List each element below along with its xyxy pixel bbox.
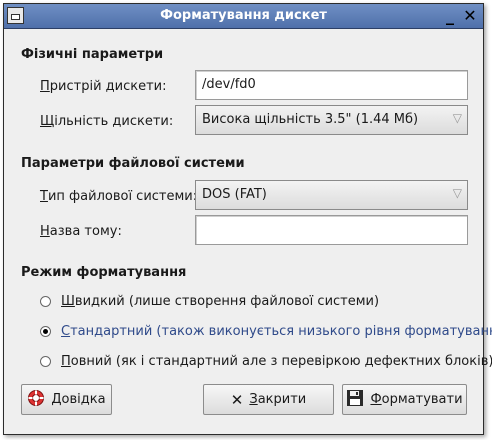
device-label: Пристрій дискети: [40, 79, 167, 94]
close-x-icon: ✕ [230, 390, 244, 409]
mode-full-label: Повний (як і стандартний але з перевірко… [61, 354, 492, 369]
volume-name-input[interactable] [195, 215, 468, 245]
format-button[interactable]: Форматувати [342, 384, 467, 415]
format-button-label: Форматувати [370, 392, 463, 407]
volume-label: Назва тому: [40, 224, 122, 239]
minimize-icon[interactable]: _ [441, 6, 459, 25]
physical-section-title: Фізичні параметри [21, 47, 164, 62]
close-button-label: Закрити [249, 392, 307, 407]
floppy-disk-icon [346, 389, 364, 411]
help-button[interactable]: Довідка [21, 384, 112, 415]
fs-type-select[interactable]: DOS (FAT) ▽ [195, 180, 468, 210]
fs-type-label: Тип файлової системи: [40, 189, 198, 204]
fs-type-select-value: DOS (FAT) [202, 187, 267, 202]
dropdown-arrow-icon: ▽ [452, 186, 462, 200]
radio-indicator-checked[interactable] [40, 326, 51, 337]
mode-section-title: Режим форматування [21, 265, 187, 280]
device-input[interactable]: /dev/fd0 [195, 70, 468, 100]
dropdown-arrow-icon: ▽ [452, 111, 462, 125]
density-select[interactable]: Висока щільність 3.5" (1.44 Мб) ▽ [195, 105, 468, 135]
radio-indicator[interactable] [40, 356, 51, 367]
format-dialog-window: Форматування дискет _ ✕ Фізичні параметр… [3, 3, 492, 435]
help-button-label: Довідка [51, 392, 106, 407]
close-window-icon[interactable]: ✕ [461, 6, 479, 25]
window-title: Форматування дискет [160, 8, 327, 23]
filesystem-section-title: Параметри файлової системи [21, 156, 245, 171]
mode-standard-label: Стандартний (також виконується низького … [61, 324, 492, 339]
radio-indicator[interactable] [40, 296, 51, 307]
density-label: Щільність дискети: [40, 114, 174, 129]
title-bar[interactable]: Форматування дискет _ ✕ [4, 4, 483, 29]
close-button[interactable]: ✕ Закрити [203, 384, 334, 415]
density-select-value: Висока щільність 3.5" (1.44 Мб) [202, 112, 419, 127]
help-lifebuoy-icon [27, 389, 45, 411]
mode-quick-label: Швидкий (лише створення файлової системи… [61, 294, 380, 309]
